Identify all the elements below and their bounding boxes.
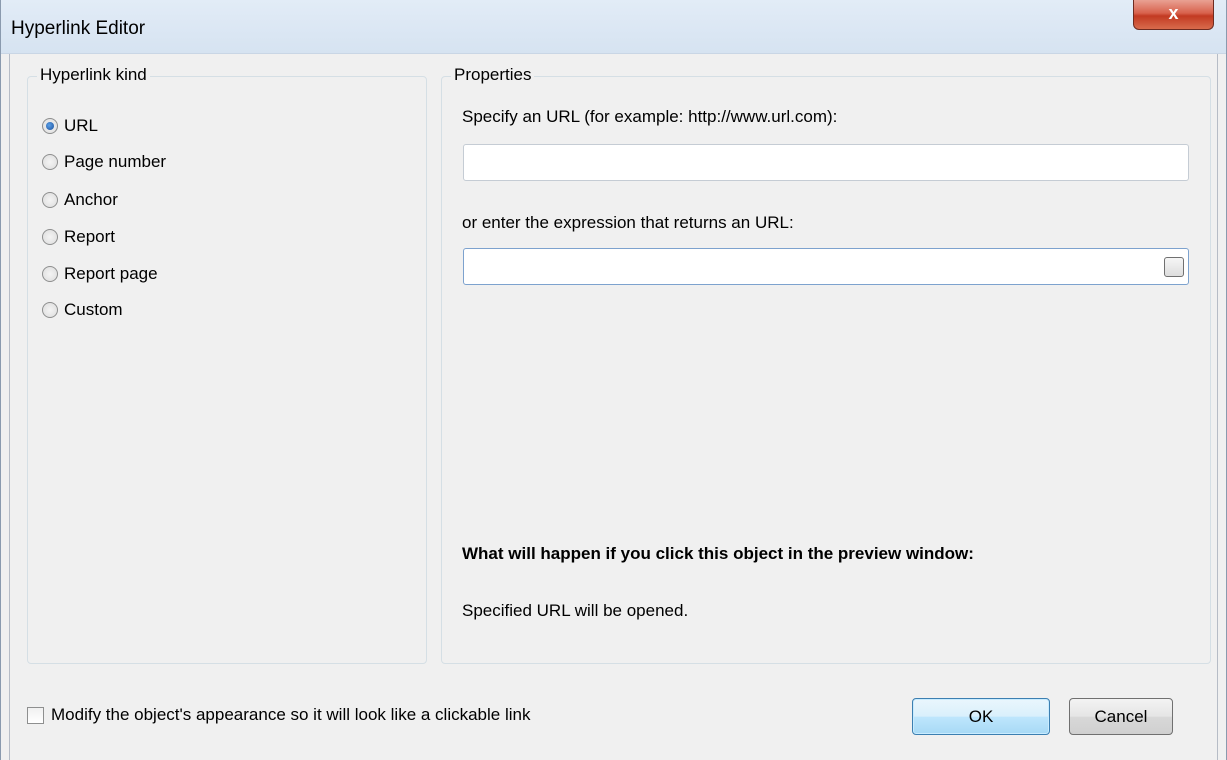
url-label: Specify an URL (for example: http://www.… — [462, 107, 838, 126]
radio-url[interactable]: URL — [42, 115, 98, 137]
radio-report-page[interactable]: Report page — [42, 263, 158, 285]
expression-label: or enter the expression that returns an … — [462, 213, 794, 232]
ok-button[interactable]: OK — [912, 698, 1050, 735]
hyperlink-editor-dialog: Hyperlink Editor x Hyperlink kind URL Pa… — [0, 0, 1227, 760]
radio-button-icon[interactable] — [42, 192, 58, 208]
radio-button-icon[interactable] — [42, 154, 58, 170]
cancel-button[interactable]: Cancel — [1069, 698, 1173, 735]
radio-anchor[interactable]: Anchor — [42, 189, 118, 211]
properties-legend: Properties — [451, 65, 535, 85]
what-happens-heading: What will happen if you click this objec… — [462, 544, 974, 563]
hyperlink-kind-group: Hyperlink kind URL Page number Anchor Re… — [27, 65, 427, 664]
properties-group: Properties Specify an URL (for example: … — [441, 65, 1211, 664]
dialog-content: Hyperlink kind URL Page number Anchor Re… — [9, 54, 1218, 760]
radio-label: URL — [64, 116, 99, 135]
radio-report[interactable]: Report — [42, 226, 115, 248]
url-field[interactable] — [463, 144, 1189, 181]
radio-label: Page number — [64, 152, 167, 171]
close-button[interactable]: x — [1133, 0, 1214, 30]
radio-label: Custom — [64, 300, 123, 319]
radio-button-icon[interactable] — [42, 118, 58, 134]
radio-label: Anchor — [64, 190, 118, 209]
url-input[interactable] — [464, 145, 1188, 180]
radio-label: Report — [64, 227, 116, 246]
what-happens-text: Specified URL will be opened. — [462, 601, 689, 620]
radio-label: Report page — [64, 264, 158, 283]
radio-button-icon[interactable] — [42, 229, 58, 245]
expression-field[interactable] — [463, 248, 1189, 285]
radio-button-icon[interactable] — [42, 302, 58, 318]
hyperlink-kind-legend: Hyperlink kind — [37, 65, 150, 85]
appearance-checkbox-row[interactable]: Modify the object's appearance so it wil… — [27, 705, 530, 725]
title-bar: Hyperlink Editor — [1, 0, 1226, 54]
radio-page-number[interactable]: Page number — [42, 151, 166, 173]
expression-editor-button[interactable] — [1164, 257, 1184, 277]
radio-button-icon[interactable] — [42, 266, 58, 282]
appearance-checkbox[interactable] — [27, 706, 44, 724]
expression-input[interactable] — [464, 249, 1154, 284]
appearance-checkbox-label: Modify the object's appearance so it wil… — [51, 705, 531, 724]
radio-custom[interactable]: Custom — [42, 299, 123, 321]
window-title: Hyperlink Editor — [11, 18, 146, 39]
